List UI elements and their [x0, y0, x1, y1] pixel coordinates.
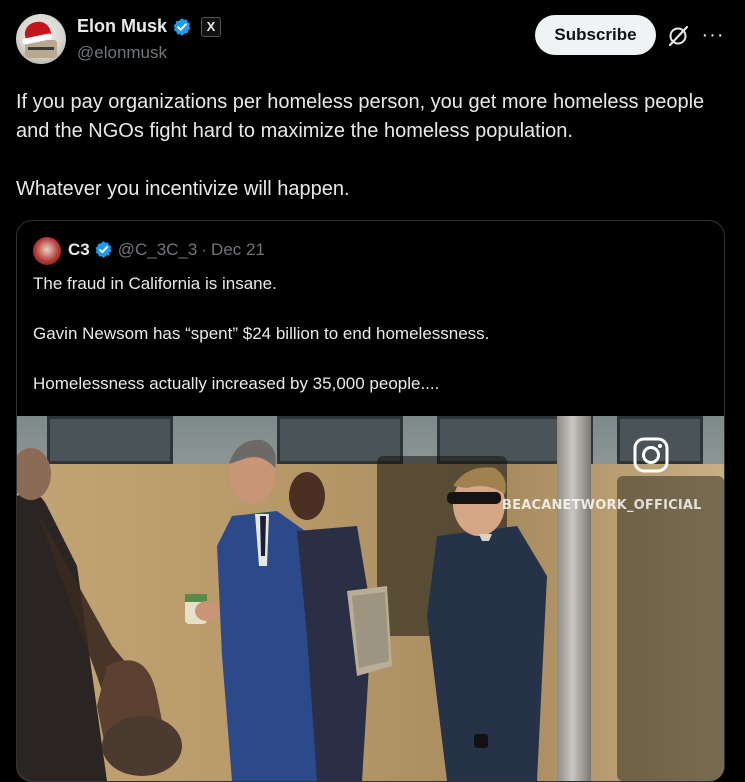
- verified-check-icon: [94, 240, 114, 260]
- quote-text: The fraud in California is insane. Gavin…: [33, 271, 713, 396]
- author-display-name[interactable]: Elon Musk: [77, 16, 167, 37]
- subscribe-button[interactable]: Subscribe: [535, 15, 656, 55]
- author-name-row: Elon Musk X: [77, 16, 222, 37]
- quote-author-handle[interactable]: @C_3C_3: [118, 240, 198, 260]
- quote-date[interactable]: Dec 21: [211, 240, 265, 260]
- instagram-icon: [632, 436, 670, 474]
- quote-author-avatar[interactable]: [33, 237, 61, 265]
- grok-icon[interactable]: [666, 24, 690, 48]
- post: Elon Musk X @elonmusk Subscribe ··· If y…: [0, 0, 745, 782]
- author-handle[interactable]: @elonmusk: [77, 43, 167, 63]
- quote-line-2: Gavin Newsom has “spent” $24 billion to …: [33, 324, 490, 343]
- quote-header: C3 @C_3C_3 · Dec 21: [68, 240, 265, 260]
- media-watermark: BEACANETWORK_OFFICIAL: [502, 498, 702, 513]
- post-paragraph-2: Whatever you incentivize will happen.: [16, 178, 350, 200]
- post-paragraph-1: If you pay organizations per homeless pe…: [16, 91, 705, 142]
- verified-check-icon[interactable]: [172, 17, 192, 37]
- quote-video-thumbnail[interactable]: BEACANETWORK_OFFICIAL: [17, 416, 724, 781]
- quote-separator: ·: [201, 240, 208, 259]
- quote-line-1: The fraud in California is insane.: [33, 274, 277, 293]
- affiliate-x-badge[interactable]: X: [201, 16, 222, 37]
- quote-author-name[interactable]: C3: [68, 240, 90, 260]
- more-icon[interactable]: ···: [700, 22, 726, 48]
- quoted-post[interactable]: C3 @C_3C_3 · Dec 21 The fraud in Califor…: [16, 220, 725, 782]
- author-avatar[interactable]: [16, 14, 66, 64]
- post-text: If you pay organizations per homeless pe…: [16, 88, 726, 204]
- quote-line-3: Homelessness actually increased by 35,00…: [33, 374, 440, 393]
